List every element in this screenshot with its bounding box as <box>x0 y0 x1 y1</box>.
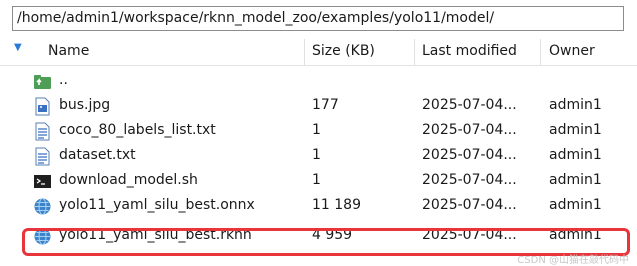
watermark: CSDN @山猫在敲代码中 <box>517 255 629 266</box>
file-name: bus.jpg <box>59 97 111 113</box>
file-modified: 2025-07-04... <box>422 97 517 113</box>
file-row[interactable]: coco_80_labels_list.txt 1 2025-07-04... … <box>0 120 637 145</box>
file-owner: admin1 <box>549 197 602 213</box>
column-divider[interactable] <box>304 39 305 65</box>
file-size: 1 <box>312 122 321 138</box>
column-divider[interactable] <box>540 39 541 65</box>
sort-descending-icon[interactable]: ▼ <box>14 42 22 53</box>
file-row[interactable]: download_model.sh 1 2025-07-04... admin1 <box>0 170 637 195</box>
file-row[interactable]: .. <box>0 70 637 95</box>
file-owner: admin1 <box>549 172 602 188</box>
file-owner: admin1 <box>549 122 602 138</box>
globe-file-icon <box>34 198 51 215</box>
file-name: .. <box>59 72 68 88</box>
file-row[interactable]: dataset.txt 1 2025-07-04... admin1 <box>0 145 637 170</box>
column-header-last-modified[interactable]: Last modified <box>422 43 517 59</box>
parent-folder-icon <box>34 75 51 89</box>
file-size: 1 <box>312 147 321 163</box>
file-row[interactable]: bus.jpg 177 2025-07-04... admin1 <box>0 95 637 120</box>
file-list-header: ▼ Name Size (KB) Last modified Owner <box>0 39 637 66</box>
file-name: dataset.txt <box>59 147 136 163</box>
file-modified: 2025-07-04... <box>422 122 517 138</box>
column-header-name[interactable]: Name <box>48 43 89 59</box>
file-modified: 2025-07-04... <box>422 147 517 163</box>
file-modified: 2025-07-04... <box>422 172 517 188</box>
file-size: 11 189 <box>312 197 361 213</box>
text-file-icon <box>35 147 50 166</box>
file-name: yolo11_yaml_silu_best.onnx <box>59 197 255 213</box>
file-size: 177 <box>312 97 339 113</box>
file-size: 1 <box>312 172 321 188</box>
column-header-size[interactable]: Size (KB) <box>312 43 375 59</box>
file-modified: 2025-07-04... <box>422 197 517 213</box>
column-divider[interactable] <box>414 39 415 65</box>
shell-script-icon <box>34 175 51 188</box>
path-input[interactable]: /home/admin1/workspace/rknn_model_zoo/ex… <box>12 6 624 31</box>
file-owner: admin1 <box>549 97 602 113</box>
image-file-icon <box>35 97 50 116</box>
text-file-icon <box>35 122 50 141</box>
file-name: download_model.sh <box>59 172 198 188</box>
column-header-owner[interactable]: Owner <box>549 43 595 59</box>
file-owner: admin1 <box>549 147 602 163</box>
file-row[interactable]: yolo11_yaml_silu_best.onnx 11 189 2025-0… <box>0 195 637 220</box>
file-name: coco_80_labels_list.txt <box>59 122 216 138</box>
